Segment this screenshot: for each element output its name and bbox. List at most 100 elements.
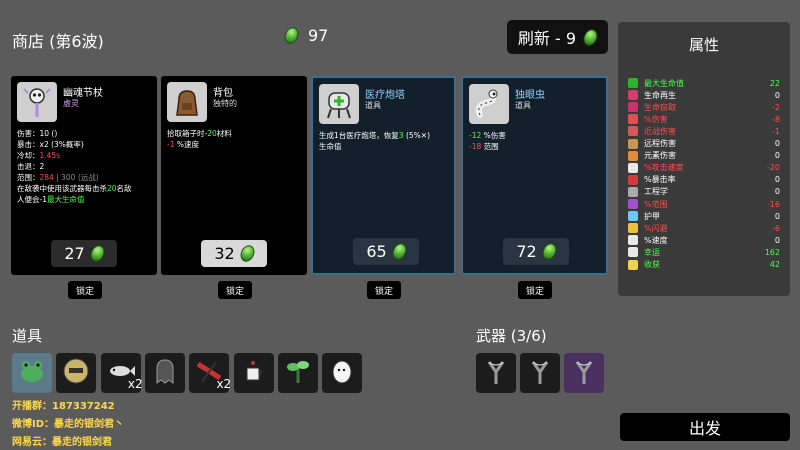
weapon-slot[interactable]: [476, 353, 516, 393]
attribute-label: %伤害: [644, 114, 668, 124]
attribute-value: 22: [769, 78, 780, 88]
shop-card-medical-turret[interactable]: 医疗炮塔 道具 生成1台医疗炮塔，恢复3 (5%✕) 生命值 65: [311, 76, 456, 275]
attribute-label: %攻击速度: [644, 163, 684, 173]
attribute-label: 生命窃取: [644, 102, 676, 112]
description-line: 生成1台医疗炮塔，恢复3 (5%✕): [319, 130, 450, 141]
item-slot[interactable]: x2: [100, 353, 143, 393]
attribute-icon: [628, 150, 638, 161]
lock-button[interactable]: 锁定: [367, 281, 401, 299]
frog-icon: [17, 356, 47, 390]
item-slot[interactable]: [233, 353, 274, 393]
weapon-slot[interactable]: [520, 353, 560, 393]
attribute-row: 远程伤害 0: [628, 138, 780, 150]
attribute-value: -16: [766, 199, 780, 209]
description-segment: 伤害：10 (: [17, 129, 55, 138]
attribute-value: -2: [772, 102, 780, 112]
attribute-row: %闪避 -6: [628, 222, 780, 234]
card-name: 医疗炮塔: [365, 90, 405, 101]
card-type: 道具: [365, 101, 381, 110]
attribute-value: 0: [774, 235, 780, 245]
attribute-icon: [628, 126, 638, 137]
price-value: 65: [366, 242, 387, 261]
card-price[interactable]: 72: [503, 238, 569, 265]
description-segment: | 300 (远战): [53, 173, 99, 182]
attribute-row: %暴击率 0: [628, 174, 780, 186]
promo-line: 微博ID：暴走的银剑君丶: [12, 419, 125, 430]
attribute-value: 162: [764, 247, 780, 257]
description-segment: %速度: [174, 140, 199, 149]
attribute-row: 元素伤害 0: [628, 150, 780, 162]
attribute-icon: [628, 223, 638, 234]
attribute-label: 元素伤害: [644, 151, 676, 161]
attribute-value: -8: [772, 114, 780, 124]
attribute-icon: [628, 78, 638, 88]
attribute-row: 工程学 0: [628, 186, 780, 198]
lock-button[interactable]: 锁定: [518, 281, 552, 299]
attribute-icon: [628, 235, 638, 246]
description-segment: (5%: [403, 131, 421, 140]
description-segment: 在敌袭中使用该武器每击杀: [17, 184, 107, 193]
material-gem-icon: [87, 243, 107, 264]
slingshot-icon: [525, 356, 555, 390]
description-segment: 材料: [216, 129, 232, 138]
item-slot[interactable]: [277, 353, 318, 393]
lock-button[interactable]: 锁定: [68, 281, 102, 299]
card-price[interactable]: 32: [201, 240, 267, 267]
description-segment: ): [54, 129, 58, 138]
attribute-value: -6: [772, 223, 780, 233]
description-line: 冷却：1.45s: [17, 150, 153, 161]
materials-count: 97: [308, 26, 329, 45]
description-line: 击退：2: [17, 161, 153, 172]
promo-line: 网易云：暴走的银剑君: [12, 437, 112, 448]
attribute-row: 收获 42: [628, 259, 780, 271]
card-price[interactable]: 65: [353, 238, 419, 265]
card-description: 生成1台医疗炮塔，恢复3 (5%✕) 生命值: [319, 130, 450, 152]
attributes-title: 属性: [688, 36, 719, 54]
description-line: 范围：284 | 300 (远战): [17, 172, 153, 183]
description-line: -12 %伤害: [469, 130, 602, 141]
item-slot[interactable]: [144, 353, 185, 393]
item-slot[interactable]: [12, 353, 52, 393]
description-segment: 拾取箱子时-: [167, 129, 208, 138]
description-segment: 284: [39, 173, 54, 182]
item-quantity: x2: [216, 377, 232, 391]
attribute-value: 0: [774, 175, 780, 185]
attribute-icon: [628, 211, 638, 222]
ghost-scepter-icon: [17, 82, 57, 122]
shop-card-backpack[interactable]: 背包 独特的 拾取箱子时-20材料 -1 %速度 32: [161, 76, 307, 275]
attribute-label: %范围: [644, 199, 668, 209]
shop-card-ghost-scepter[interactable]: 幽魂节杖 虚灵 伤害：10 () 暴击：x2 (3%概率) 冷却：1.45s 击退：2…: [11, 76, 157, 275]
description-segment: 20: [107, 184, 117, 193]
item-slot[interactable]: [322, 353, 363, 393]
material-gem-icon: [581, 26, 601, 48]
weapon-slot[interactable]: [564, 353, 604, 393]
refresh-label: 刷新 - 9: [517, 29, 577, 48]
attribute-icon: [628, 259, 638, 270]
description-line: -1 %速度: [167, 139, 303, 150]
item-slot[interactable]: [56, 353, 97, 393]
description-segment: 范围: [481, 142, 499, 151]
attributes-panel: 属性 最大生命值 22 生命再生 0 生命窃取 -2 %伤害 -8 近战伤害 -1 远程伤害 0 元素伤…: [618, 22, 790, 296]
refresh-button[interactable]: 刷新 - 9: [507, 20, 608, 54]
attribute-row: %伤害 -8: [628, 113, 780, 125]
egg-icon: [327, 356, 357, 390]
attribute-row: %攻击速度 -20: [628, 162, 780, 174]
items-section-title: 道具: [12, 327, 43, 345]
description-line: 生命值: [319, 141, 450, 152]
cyclops-worm-icon: [469, 84, 509, 124]
attribute-label: %闪避: [644, 223, 668, 233]
description-segment: 范围：: [17, 173, 40, 182]
description-segment: 击退：2: [17, 162, 45, 171]
backpack-icon: [167, 82, 207, 122]
shop-card-cyclops-worm[interactable]: 独眼虫 道具 -12 %伤害 -18 范围 72: [461, 76, 608, 275]
attribute-icon: [628, 102, 638, 113]
lock-button[interactable]: 锁定: [218, 281, 252, 299]
description-segment: 暴击：x2 (3%概率): [17, 140, 84, 149]
attribute-row: 幸运 162: [628, 246, 780, 258]
price-value: 72: [516, 242, 537, 261]
material-gem-icon: [282, 25, 301, 46]
attribute-row: 生命再生 0: [628, 89, 780, 101]
item-slot[interactable]: x2: [189, 353, 232, 393]
card-price[interactable]: 27: [51, 240, 117, 267]
start-button[interactable]: 出发: [620, 413, 790, 441]
